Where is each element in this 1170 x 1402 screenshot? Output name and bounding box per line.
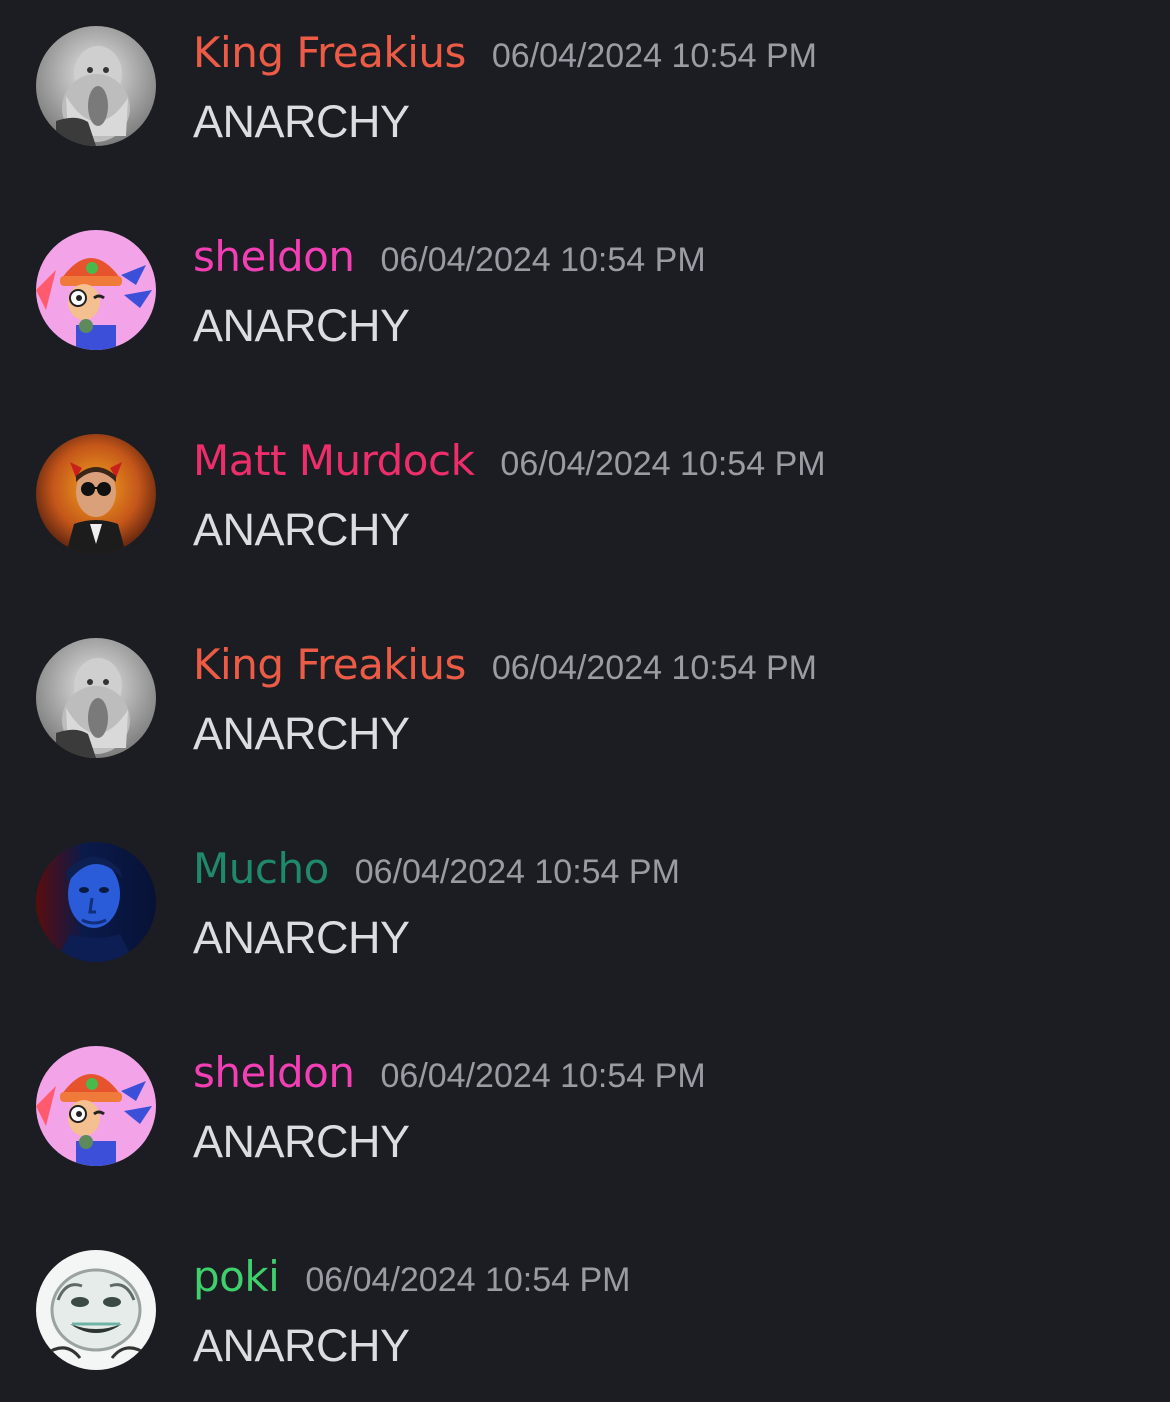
cartoon-dog-rapper-icon xyxy=(36,1046,156,1166)
darwin-portrait-icon xyxy=(36,26,156,146)
timestamp: 06/04/2024 10:54 PM xyxy=(380,241,706,279)
username[interactable]: King Freakius xyxy=(193,640,466,689)
message-item: Mucho 06/04/2024 10:54 PM ANARCHY xyxy=(0,816,1170,1020)
username[interactable]: Matt Murdock xyxy=(193,436,475,485)
message-item: Matt Murdock 06/04/2024 10:54 PM ANARCHY xyxy=(0,408,1170,612)
timestamp: 06/04/2024 10:54 PM xyxy=(491,37,818,75)
message-content: ANARCHY xyxy=(193,504,410,555)
avatar[interactable] xyxy=(36,842,156,962)
timestamp: 06/04/2024 10:54 PM xyxy=(491,649,818,687)
avatar[interactable] xyxy=(36,638,156,758)
timestamp: 06/04/2024 10:54 PM xyxy=(354,853,680,891)
message-content: ANARCHY xyxy=(193,96,410,147)
timestamp: 06/04/2024 10:54 PM xyxy=(305,1261,631,1299)
message-content: ANARCHY xyxy=(193,912,410,963)
cartoon-dog-rapper-icon xyxy=(36,230,156,350)
message-item: King Freakius 06/04/2024 10:54 PM ANARCH… xyxy=(0,0,1170,204)
username[interactable]: sheldon xyxy=(193,1048,355,1097)
message-list: King Freakius 06/04/2024 10:54 PM ANARCH… xyxy=(0,0,1170,1402)
daredevil-portrait-icon xyxy=(36,434,156,554)
username[interactable]: Mucho xyxy=(193,844,329,893)
username[interactable]: sheldon xyxy=(193,232,355,281)
darwin-portrait-icon xyxy=(36,638,156,758)
avatar[interactable] xyxy=(36,434,156,554)
message-content: ANARCHY xyxy=(193,1116,410,1167)
message-item: sheldon 06/04/2024 10:54 PM ANARCHY xyxy=(0,204,1170,408)
message-item: King Freakius 06/04/2024 10:54 PM ANARCH… xyxy=(0,612,1170,816)
message-content: ANARCHY xyxy=(193,1320,410,1371)
avatar[interactable] xyxy=(36,26,156,146)
message-item: poki 06/04/2024 10:54 PM ANARCHY xyxy=(0,1224,1170,1402)
avatar[interactable] xyxy=(36,1046,156,1166)
message-content: ANARCHY xyxy=(193,708,410,759)
username[interactable]: poki xyxy=(193,1252,280,1301)
message-content: ANARCHY xyxy=(193,300,410,351)
timestamp: 06/04/2024 10:54 PM xyxy=(380,1057,706,1095)
username[interactable]: King Freakius xyxy=(193,28,466,77)
blue-lit-portrait-icon xyxy=(36,842,156,962)
message-item: sheldon 06/04/2024 10:54 PM ANARCHY xyxy=(0,1020,1170,1224)
avatar[interactable] xyxy=(36,230,156,350)
avatar[interactable] xyxy=(36,1250,156,1370)
meme-face-icon xyxy=(36,1250,156,1370)
timestamp: 06/04/2024 10:54 PM xyxy=(500,445,826,483)
